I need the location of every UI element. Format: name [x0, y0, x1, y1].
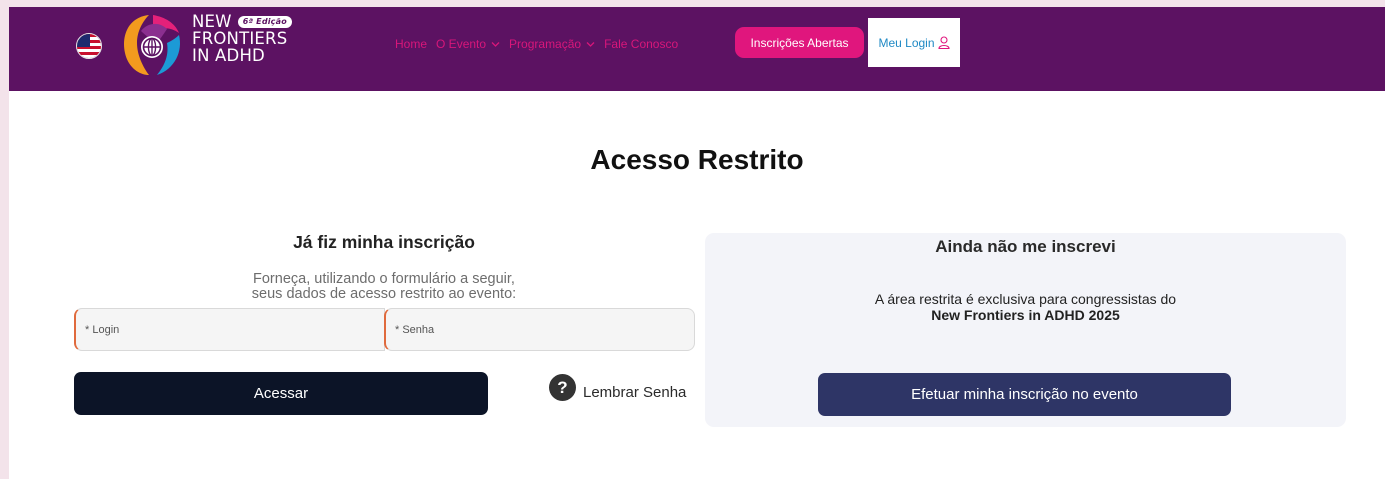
registration-open-button[interactable]: Inscrições Abertas: [735, 27, 864, 58]
page-title: Acesso Restrito: [590, 144, 804, 175]
menu-item-label: Fale Conosco: [604, 37, 679, 51]
logo-line-2: FRONTIERS: [192, 29, 288, 48]
register-section-description: A área restrita é exclusiva para congres…: [705, 291, 1346, 323]
logo-icon[interactable]: [119, 11, 183, 79]
password-input[interactable]: [395, 323, 694, 336]
chevron-down-icon: [586, 41, 595, 47]
user-icon: [937, 36, 950, 49]
page: NEW 6ª Edição FRONTIERS IN ADHD Home O Ev…: [9, 7, 1385, 479]
logo-line-3: IN ADHD: [192, 46, 265, 65]
menu-item-label: O Evento: [436, 37, 487, 51]
menu-item-home[interactable]: Home: [395, 37, 427, 51]
password-field-wrapper: [384, 308, 695, 351]
register-section-title: Ainda não me inscrevi: [935, 237, 1116, 256]
login-field-wrapper: [74, 308, 385, 351]
login-description-line-2: seus dados de acesso restrito ao evento:: [251, 286, 517, 302]
register-card: Ainda não me inscrevi A área restrita é …: [705, 233, 1346, 427]
menu-item-label: Programação: [509, 37, 582, 51]
register-description-line-2: New Frontiers in ADHD 2025: [931, 307, 1120, 323]
login-input[interactable]: [85, 323, 384, 336]
chevron-down-icon: [491, 41, 500, 47]
login-description-line-1: Forneça, utilizando o formulário a segui…: [253, 271, 515, 287]
menu-item-label: Home: [395, 37, 428, 51]
top-navigation-bar: NEW 6ª Edição FRONTIERS IN ADHD Home O Ev…: [9, 7, 1385, 91]
my-login-label: Meu Login: [878, 35, 935, 50]
menu-item-fale-conosco[interactable]: Fale Conosco: [604, 37, 678, 51]
login-section-title: Já fiz minha inscrição: [293, 232, 475, 252]
access-button[interactable]: Acessar: [74, 372, 488, 415]
remind-password-link[interactable]: ? Lembrar Senha: [549, 374, 687, 401]
menu-item-programacao[interactable]: Programação: [509, 37, 595, 51]
remind-password-label: Lembrar Senha: [583, 384, 687, 401]
main-menu: Home O Evento Programação Fale Conosco: [395, 37, 687, 51]
logo-text[interactable]: NEW 6ª Edição FRONTIERS IN ADHD: [192, 13, 292, 64]
register-event-button[interactable]: Efetuar minha inscrição no evento: [818, 373, 1231, 416]
us-flag-icon[interactable]: [76, 33, 102, 59]
question-icon: ?: [549, 374, 576, 401]
menu-item-o-evento[interactable]: O Evento: [436, 37, 500, 51]
register-description-line-1: A área restrita é exclusiva para congres…: [874, 291, 1177, 307]
my-login-button[interactable]: Meu Login: [868, 18, 960, 67]
login-section-description: Forneça, utilizando o formulário a segui…: [74, 272, 694, 302]
edition-badge: 6ª Edição: [237, 16, 292, 28]
